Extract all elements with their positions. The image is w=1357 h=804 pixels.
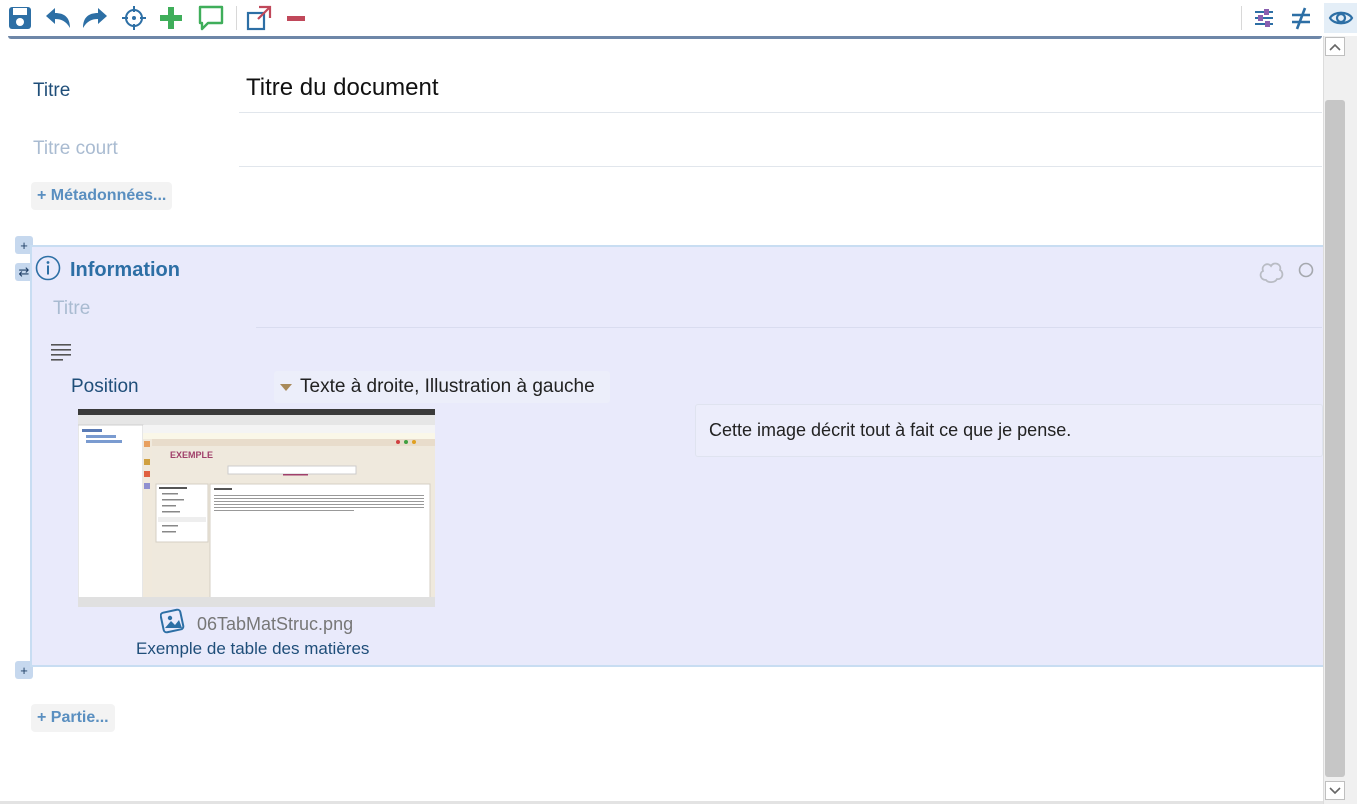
chevron-down-icon bbox=[1329, 786, 1341, 794]
save-icon bbox=[9, 7, 31, 29]
collapse-button[interactable] bbox=[1257, 258, 1285, 289]
title-label: Titre bbox=[33, 80, 71, 101]
status-toggle[interactable] bbox=[1298, 262, 1314, 283]
redo-icon bbox=[83, 8, 107, 28]
document-editor: Titre Titre du document Titre court + Mé… bbox=[0, 36, 1326, 804]
save-button[interactable] bbox=[5, 3, 35, 33]
undo-icon bbox=[46, 8, 70, 28]
toolbar-separator bbox=[236, 6, 237, 30]
image-thumbnail[interactable]: EXEMPLE bbox=[78, 409, 435, 607]
eye-icon bbox=[1328, 11, 1353, 25]
position-select[interactable]: Texte à droite, Illustration à gauche bbox=[274, 371, 610, 403]
short-title-underline bbox=[239, 166, 1322, 167]
title-input[interactable]: Titre du document bbox=[246, 74, 439, 102]
diff-button[interactable] bbox=[1286, 3, 1316, 33]
scroll-up-button[interactable] bbox=[1325, 37, 1345, 56]
add-part-button[interactable]: + Partie... bbox=[31, 704, 115, 732]
thumbnail-heading: EXEMPLE bbox=[170, 450, 213, 460]
external-link-icon bbox=[246, 5, 272, 31]
editor-top-border bbox=[8, 36, 1322, 39]
scrollbar-border bbox=[1323, 36, 1324, 804]
settings-sliders-icon bbox=[1255, 9, 1273, 27]
short-title-input[interactable] bbox=[239, 128, 1322, 166]
not-equal-icon bbox=[1292, 7, 1310, 30]
block-title-field-label: Titre bbox=[53, 298, 91, 319]
remove-button[interactable] bbox=[281, 3, 311, 33]
undo-button[interactable] bbox=[43, 3, 73, 33]
open-external-button[interactable] bbox=[244, 3, 274, 33]
cloud-icon bbox=[1259, 262, 1284, 284]
image-file-icon[interactable] bbox=[159, 608, 186, 639]
image-filename: 06TabMatStruc.png bbox=[197, 614, 354, 634]
position-label: Position bbox=[71, 376, 139, 397]
image-legend[interactable]: Exemple de table des matières bbox=[136, 639, 369, 659]
dropdown-arrow-icon bbox=[280, 383, 292, 391]
toolbar bbox=[0, 0, 1357, 36]
settings-button[interactable] bbox=[1249, 3, 1279, 33]
add-icon bbox=[160, 7, 182, 29]
image-caption[interactable]: Cette image décrit tout à fait ce que je… bbox=[695, 404, 1323, 457]
block-title-underline bbox=[256, 327, 1322, 328]
add-button[interactable] bbox=[156, 3, 186, 33]
information-block: Information Titre Position Texte à droit… bbox=[30, 245, 1326, 667]
add-metadata-button[interactable]: + Métadonnées... bbox=[31, 182, 173, 210]
short-title-label: Titre court bbox=[33, 138, 118, 159]
comment-button[interactable] bbox=[196, 3, 226, 33]
comment-icon bbox=[198, 5, 224, 31]
title-underline bbox=[239, 112, 1322, 113]
remove-icon bbox=[287, 16, 305, 21]
preview-button[interactable] bbox=[1324, 3, 1357, 33]
target-button[interactable] bbox=[119, 3, 149, 33]
chevron-up-icon bbox=[1329, 43, 1341, 51]
scrollbar-thumb[interactable] bbox=[1325, 100, 1345, 777]
paragraph-icon[interactable] bbox=[51, 343, 73, 366]
crosshair-icon bbox=[122, 6, 146, 30]
redo-button[interactable] bbox=[80, 3, 110, 33]
scroll-down-button[interactable] bbox=[1325, 781, 1345, 800]
position-value: Texte à droite, Illustration à gauche bbox=[300, 376, 595, 397]
block-title: Information bbox=[70, 259, 180, 281]
block-title-input[interactable] bbox=[256, 287, 1322, 327]
info-icon bbox=[35, 255, 61, 286]
toolbar-separator bbox=[1241, 6, 1242, 30]
circle-icon bbox=[1298, 262, 1314, 278]
